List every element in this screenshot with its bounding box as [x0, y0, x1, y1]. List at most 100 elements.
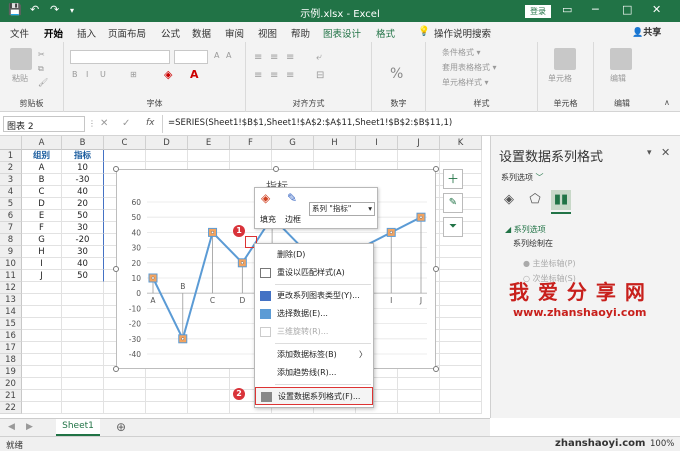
- column-header[interactable]: G: [272, 136, 314, 150]
- format-painter-icon[interactable]: 🖌: [38, 78, 48, 87]
- align-top-icon[interactable]: ≡: [254, 52, 262, 63]
- empty-cell[interactable]: [440, 294, 482, 306]
- row-header[interactable]: 12: [0, 282, 22, 294]
- column-header[interactable]: I: [356, 136, 398, 150]
- column-header[interactable]: A: [22, 136, 62, 150]
- insert-function-icon[interactable]: fx: [146, 118, 155, 128]
- collapse-ribbon-icon[interactable]: ∧: [664, 98, 670, 107]
- paste-icon[interactable]: [10, 48, 32, 70]
- data-cell[interactable]: 50: [62, 270, 104, 282]
- data-cell[interactable]: J: [22, 270, 62, 282]
- tab-help[interactable]: 帮助: [291, 26, 310, 40]
- data-cell[interactable]: 30: [62, 222, 104, 234]
- column-header[interactable]: B: [62, 136, 104, 150]
- empty-cell[interactable]: [62, 294, 104, 306]
- empty-cell[interactable]: [62, 378, 104, 390]
- cells-icon[interactable]: [554, 48, 576, 70]
- row-header[interactable]: 7: [0, 222, 22, 234]
- tab-page-layout[interactable]: 页面布局: [108, 26, 146, 40]
- font-color-icon[interactable]: A: [190, 68, 199, 81]
- font-name-select[interactable]: [70, 50, 170, 64]
- conditional-format-button[interactable]: 条件格式 ▾: [442, 47, 481, 58]
- row-header[interactable]: 10: [0, 258, 22, 270]
- empty-cell[interactable]: [398, 390, 440, 402]
- empty-cell[interactable]: [272, 150, 314, 162]
- row-header[interactable]: 2: [0, 162, 22, 174]
- resize-handle[interactable]: [113, 166, 119, 172]
- italic-icon[interactable]: I: [86, 70, 88, 79]
- data-cell[interactable]: D: [22, 198, 62, 210]
- name-box[interactable]: 图表 2: [3, 116, 85, 132]
- header-cell[interactable]: 指标: [62, 150, 104, 162]
- outline-pen-icon[interactable]: ✎: [287, 191, 297, 205]
- empty-cell[interactable]: [440, 342, 482, 354]
- resize-handle[interactable]: [113, 366, 119, 372]
- empty-cell[interactable]: [440, 270, 482, 282]
- empty-cell[interactable]: [104, 150, 146, 162]
- empty-cell[interactable]: [440, 318, 482, 330]
- percent-icon[interactable]: %: [390, 66, 403, 82]
- empty-cell[interactable]: [230, 150, 272, 162]
- format-as-table-button[interactable]: 套用表格格式 ▾: [442, 62, 497, 73]
- add-sheet-icon[interactable]: ⊕: [116, 420, 126, 434]
- align-middle-icon[interactable]: ≡: [270, 52, 278, 63]
- cancel-icon[interactable]: ✕: [100, 118, 108, 129]
- series-select[interactable]: 系列 "指标" ▾: [309, 202, 375, 216]
- row-header[interactable]: 9: [0, 246, 22, 258]
- resize-handle[interactable]: [433, 166, 439, 172]
- share-button[interactable]: 👤共享: [632, 25, 661, 38]
- empty-cell[interactable]: [22, 402, 62, 414]
- minimize-icon[interactable]: ─: [592, 3, 599, 16]
- row-header[interactable]: 6: [0, 210, 22, 222]
- chart-styles-button[interactable]: ✎: [443, 193, 463, 213]
- empty-cell[interactable]: [440, 378, 482, 390]
- empty-cell[interactable]: [22, 390, 62, 402]
- resize-handle[interactable]: [433, 366, 439, 372]
- empty-cell[interactable]: [62, 342, 104, 354]
- tab-review[interactable]: 审阅: [225, 26, 244, 40]
- menu-item-change-chart-type[interactable]: 更改系列图表类型(Y)...: [255, 287, 373, 305]
- column-header[interactable]: H: [314, 136, 356, 150]
- empty-cell[interactable]: [440, 282, 482, 294]
- data-cell[interactable]: H: [22, 246, 62, 258]
- align-center-icon[interactable]: ≡: [270, 70, 278, 81]
- resize-handle[interactable]: [273, 166, 279, 172]
- row-header[interactable]: 16: [0, 330, 22, 342]
- row-header[interactable]: 5: [0, 198, 22, 210]
- effects-icon[interactable]: ⬠: [525, 190, 545, 210]
- tab-formulas[interactable]: 公式: [161, 26, 180, 40]
- empty-cell[interactable]: [62, 306, 104, 318]
- data-cell[interactable]: -30: [62, 174, 104, 186]
- row-header[interactable]: 4: [0, 186, 22, 198]
- empty-cell[interactable]: [440, 306, 482, 318]
- column-header[interactable]: E: [188, 136, 230, 150]
- header-cell[interactable]: 组别: [22, 150, 62, 162]
- copy-icon[interactable]: ⧉: [38, 64, 44, 74]
- empty-cell[interactable]: [440, 258, 482, 270]
- fill-color-icon[interactable]: ◈: [164, 68, 172, 81]
- ribbon-display-icon[interactable]: ▭: [562, 3, 572, 16]
- column-header[interactable]: C: [104, 136, 146, 150]
- column-header[interactable]: K: [440, 136, 482, 150]
- sheet-tab-sheet1[interactable]: Sheet1: [56, 419, 100, 436]
- confirm-icon[interactable]: ✓: [122, 118, 130, 129]
- data-cell[interactable]: -20: [62, 234, 104, 246]
- align-bottom-icon[interactable]: ≡: [286, 52, 294, 63]
- empty-cell[interactable]: [22, 354, 62, 366]
- data-cell[interactable]: C: [22, 186, 62, 198]
- cell-styles-button[interactable]: 单元格样式 ▾: [442, 77, 489, 88]
- empty-cell[interactable]: [104, 402, 146, 414]
- data-cell[interactable]: 10: [62, 162, 104, 174]
- empty-cell[interactable]: [188, 402, 230, 414]
- tab-data[interactable]: 数据: [192, 26, 211, 40]
- data-cell[interactable]: B: [22, 174, 62, 186]
- row-header[interactable]: 3: [0, 174, 22, 186]
- menu-item-select-data[interactable]: 选择数据(E)...: [255, 305, 373, 323]
- menu-item-add-data-labels[interactable]: 添加数据标签(B) 〉: [255, 346, 373, 364]
- empty-cell[interactable]: [440, 354, 482, 366]
- border-icon[interactable]: ⊞: [130, 70, 137, 79]
- data-cell[interactable]: F: [22, 222, 62, 234]
- empty-cell[interactable]: [146, 390, 188, 402]
- cut-icon[interactable]: ✂: [38, 50, 45, 59]
- empty-cell[interactable]: [440, 150, 482, 162]
